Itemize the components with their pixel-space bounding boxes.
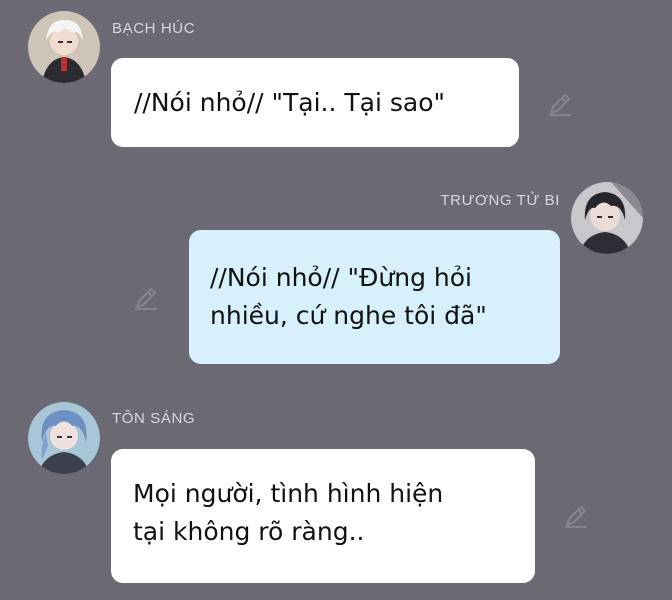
message-text-line: //Nói nhỏ// "Tại.. Tại sao" (134, 88, 446, 117)
avatar-ton-sang[interactable] (28, 402, 100, 474)
message-bubble[interactable]: //Nói nhỏ// "Đừng hỏi nhiều, cứ nghe tôi… (189, 230, 560, 364)
avatar-truong-tu-bi[interactable] (571, 182, 643, 254)
message-bubble[interactable]: //Nói nhỏ// "Tại.. Tại sao" (111, 58, 519, 147)
message-text-line: tại không rõ ràng.. (133, 517, 365, 546)
message-text-line: Mọi người, tình hình hiện (133, 479, 444, 508)
message-text-line: nhiều, cứ nghe tôi đã" (210, 301, 487, 330)
avatar-bach-huc[interactable] (28, 11, 100, 83)
message-bubble[interactable]: Mọi người, tình hình hiện tại không rõ r… (111, 449, 535, 583)
sender-name: TÔN SÁNG (112, 410, 196, 427)
pencil-icon[interactable] (562, 502, 590, 530)
pencil-icon[interactable] (132, 284, 160, 312)
message-text-line: //Nói nhỏ// "Đừng hỏi (210, 263, 472, 292)
pencil-icon[interactable] (546, 90, 574, 118)
sender-name: TRƯƠNG TỬ BI (440, 192, 560, 209)
sender-name: BẠCH HÚC (112, 20, 196, 37)
